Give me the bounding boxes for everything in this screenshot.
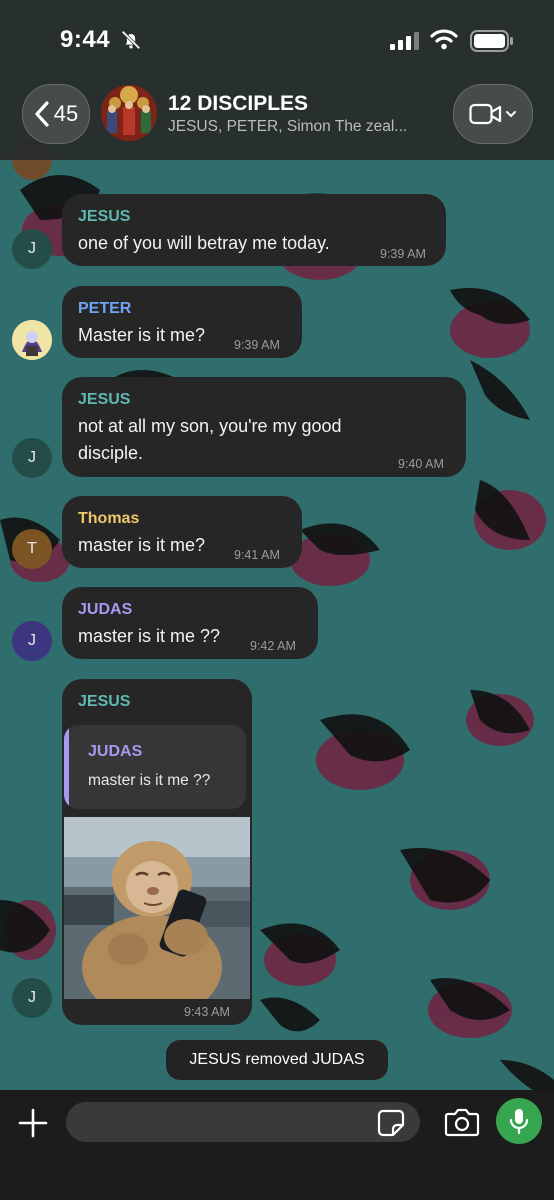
image-attachment[interactable] xyxy=(64,817,250,999)
message-bubble[interactable]: Thomas master is it me? 9:41 AM xyxy=(62,496,302,568)
message-input[interactable] xyxy=(66,1102,420,1142)
battery-icon xyxy=(470,30,513,52)
message-bubble[interactable]: PETER Master is it me? 9:39 AM xyxy=(62,286,302,358)
avatar[interactable]: J xyxy=(12,229,52,269)
message-bubble[interactable]: JESUS JUDAS master is it me ?? 9:43 AM xyxy=(62,679,252,1025)
avatar[interactable]: J xyxy=(12,978,52,1018)
message-list[interactable]: J JESUS one of you will betray me today.… xyxy=(0,140,554,1090)
message-time: 9:39 AM xyxy=(380,247,426,261)
message-bubble[interactable]: JUDAS master is it me ?? 9:42 AM xyxy=(62,587,318,659)
sticker-icon[interactable] xyxy=(376,1108,406,1138)
message-time: 9:42 AM xyxy=(250,639,296,653)
group-avatar[interactable] xyxy=(101,85,157,141)
message-sender[interactable]: PETER xyxy=(78,300,131,318)
message-time: 9:41 AM xyxy=(234,548,280,562)
message-sender[interactable]: JUDAS xyxy=(78,601,132,619)
message-time: 9:43 AM xyxy=(184,1005,230,1019)
plus-icon[interactable] xyxy=(14,1104,52,1142)
back-button[interactable]: 45 xyxy=(22,84,90,144)
composer-bar xyxy=(0,1090,554,1200)
message-text: one of you will betray me today. xyxy=(78,233,330,253)
message-time: 9:40 AM xyxy=(398,457,444,471)
message-text: Master is it me? xyxy=(78,325,206,345)
peter-avatar[interactable] xyxy=(12,320,52,360)
top-bar: 9:44 45 12 DISCIPLES JESUS, PETER, Simon… xyxy=(0,0,554,160)
signal-icon xyxy=(390,32,419,50)
bell-slash-icon xyxy=(121,30,141,50)
message-time: 9:39 AM xyxy=(234,338,280,352)
message-bubble[interactable]: JESUS one of you will betray me today. 9… xyxy=(62,194,446,266)
system-message: JESUS removed JUDAS xyxy=(166,1040,388,1080)
unread-count: 45 xyxy=(53,101,79,126)
message-sender[interactable]: JESUS xyxy=(78,208,130,226)
avatar[interactable]: T xyxy=(12,529,52,569)
status-time: 9:44 xyxy=(60,26,111,53)
message-text: master is it me ?? xyxy=(78,626,221,646)
message-sender[interactable]: JESUS xyxy=(78,391,130,409)
group-title[interactable]: 12 DISCIPLES xyxy=(168,92,308,116)
reply-text: master is it me ?? xyxy=(88,772,211,789)
wifi-icon xyxy=(430,29,458,50)
message-text: not at all my son, you're my good xyxy=(78,416,342,436)
reply-bar xyxy=(64,725,69,809)
chevron-left-icon xyxy=(35,101,49,127)
message-text: disciple. xyxy=(78,443,144,463)
group-members[interactable]: JESUS, PETER, Simon The zeal... xyxy=(168,118,407,136)
message-sender[interactable]: Thomas xyxy=(78,510,139,528)
video-call-button[interactable] xyxy=(453,84,533,144)
avatar[interactable]: J xyxy=(12,438,52,478)
message-sender[interactable]: JESUS xyxy=(78,693,130,711)
reply-quote[interactable]: JUDAS master is it me ?? xyxy=(64,725,246,809)
camera-icon[interactable] xyxy=(444,1106,480,1138)
reply-sender: JUDAS xyxy=(88,743,143,760)
message-bubble[interactable]: JESUS not at all my son, you're my good … xyxy=(62,377,466,477)
microphone-icon xyxy=(509,1109,529,1135)
chevron-down-icon xyxy=(506,111,516,118)
message-text: master is it me? xyxy=(78,535,206,555)
video-camera-icon xyxy=(469,103,502,125)
avatar[interactable]: J xyxy=(12,621,52,661)
microphone-button[interactable] xyxy=(496,1098,542,1144)
